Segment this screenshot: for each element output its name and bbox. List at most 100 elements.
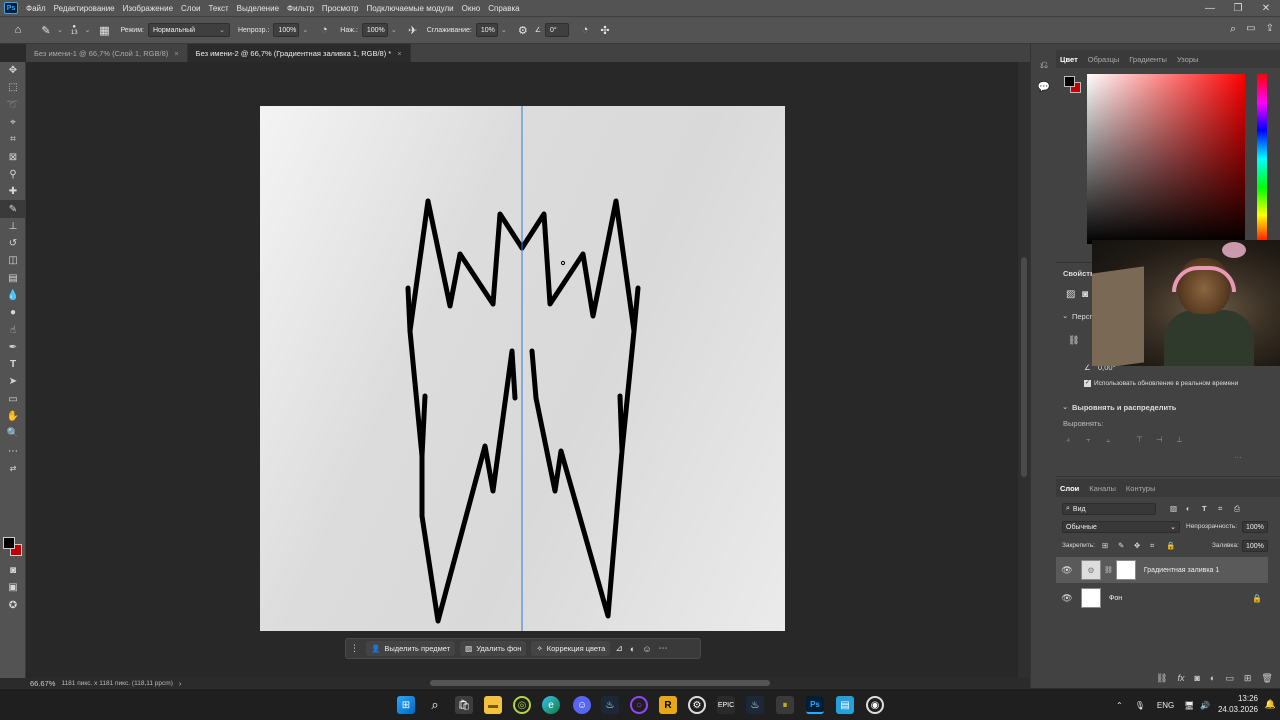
- eye-icon[interactable]: 👁: [1059, 565, 1075, 576]
- filter-shape-icon[interactable]: ⌗: [1218, 504, 1222, 514]
- menu-text[interactable]: Текст: [204, 4, 232, 13]
- brush-settings-icon[interactable]: ▦: [96, 22, 112, 38]
- home-icon[interactable]: ⌂: [10, 22, 26, 38]
- fill-input[interactable]: 100%: [1242, 540, 1268, 552]
- adjustment-icon[interactable]: ◐: [630, 644, 635, 654]
- history-icon[interactable]: ⎌: [1031, 54, 1057, 76]
- menu-image[interactable]: Изображение: [119, 4, 177, 13]
- workspace-icon[interactable]: ▭: [1246, 23, 1255, 36]
- add-mask-icon[interactable]: ◙: [1194, 673, 1199, 684]
- gradient-tool-icon[interactable]: ▤: [0, 270, 26, 287]
- clock[interactable]: 13:26 24.03.2026: [1218, 693, 1258, 715]
- layer-filter-select[interactable]: ⌕ Вид: [1062, 503, 1156, 515]
- filter-image-icon[interactable]: ▨: [1170, 504, 1177, 513]
- tab-paths[interactable]: Контуры: [1126, 484, 1155, 493]
- chevron-up-icon[interactable]: ⌃: [1116, 701, 1123, 710]
- notepad-icon[interactable]: ▤: [836, 696, 854, 714]
- tab-gradients[interactable]: Градиенты: [1129, 55, 1167, 64]
- tab-document-2[interactable]: Без имени-2 @ 66,7% (Градиентная заливка…: [187, 44, 411, 62]
- comments-icon[interactable]: 💬: [1031, 76, 1057, 98]
- crop-tool-icon[interactable]: ⌗: [0, 131, 26, 148]
- network-icon[interactable]: 🖥: [1184, 701, 1194, 710]
- store-icon[interactable]: 🛍: [455, 696, 473, 714]
- menu-view[interactable]: Просмотр: [318, 4, 363, 13]
- tab-layers[interactable]: Слои: [1060, 484, 1079, 493]
- select-subject-button[interactable]: 👤 Выделить предмет: [366, 641, 456, 656]
- opacity-input[interactable]: 100%: [273, 23, 300, 37]
- chevron-down-icon[interactable]: ⌄: [1062, 402, 1068, 411]
- color-swatches[interactable]: [3, 537, 23, 557]
- brush-size-picker[interactable]: ● 13: [71, 24, 78, 36]
- layer-name[interactable]: Градиентная заливка 1: [1144, 567, 1219, 574]
- angle-input[interactable]: 0°: [545, 23, 570, 37]
- transform-icon[interactable]: ⊿: [615, 643, 623, 654]
- delete-layer-icon[interactable]: 🗑: [1261, 673, 1272, 684]
- microphone-icon[interactable]: 🎙: [1135, 701, 1145, 710]
- notifications-icon[interactable]: 🔔: [1265, 699, 1276, 710]
- language-indicator[interactable]: ENG: [1157, 701, 1174, 710]
- move-tool-icon[interactable]: ✥: [0, 62, 26, 79]
- steam-icon[interactable]: ♨: [601, 696, 619, 714]
- align-right-icon[interactable]: ⫠: [1106, 435, 1111, 445]
- hue-slider[interactable]: [1257, 74, 1267, 244]
- bot-icon[interactable]: ☺: [642, 644, 651, 654]
- gear-icon[interactable]: ⚙: [515, 22, 531, 38]
- notes-app-icon[interactable]: ⏸: [776, 696, 794, 714]
- recorder-icon[interactable]: ◉: [866, 696, 884, 714]
- zoom-tool-icon[interactable]: 🔍: [0, 425, 26, 442]
- drag-handle-icon[interactable]: ⋮: [350, 643, 359, 654]
- menu-window[interactable]: Окно: [458, 4, 485, 13]
- menu-layers[interactable]: Слои: [177, 4, 204, 13]
- eye-icon[interactable]: 👁: [1059, 593, 1075, 604]
- discord-icon[interactable]: ☺: [573, 696, 591, 714]
- more-options-icon[interactable]: ⋯: [659, 643, 668, 654]
- hand-tool-icon[interactable]: ✋: [0, 408, 26, 425]
- image-icon[interactable]: ▨: [1066, 289, 1075, 300]
- eyedropper-tool-icon[interactable]: ⚲: [0, 166, 26, 183]
- document-canvas[interactable]: [260, 106, 785, 631]
- pen-tool-icon[interactable]: ✒: [0, 339, 26, 356]
- adjustment-layer-icon[interactable]: ◐: [1210, 673, 1215, 684]
- align-bottom-icon[interactable]: ⊥: [1176, 435, 1183, 444]
- layer-opacity-input[interactable]: 100%: [1242, 521, 1268, 533]
- dodge-tool-icon[interactable]: ●: [0, 304, 26, 321]
- lock-all-icon[interactable]: 🔒: [1166, 541, 1175, 550]
- healing-brush-tool-icon[interactable]: ✚: [0, 183, 26, 200]
- history-brush-tool-icon[interactable]: ↺: [0, 235, 26, 252]
- smoothing-input[interactable]: 10%: [475, 23, 498, 37]
- filter-adjust-icon[interactable]: ◐: [1186, 504, 1191, 513]
- lasso-tool-icon[interactable]: ➰: [0, 97, 26, 114]
- tab-channels[interactable]: Каналы: [1089, 484, 1116, 493]
- color-picker-field[interactable]: [1087, 74, 1245, 244]
- filter-smart-icon[interactable]: ⎙: [1234, 504, 1240, 514]
- tab-patterns[interactable]: Узоры: [1177, 55, 1198, 64]
- settings-circle-icon[interactable]: ⚙: [688, 696, 706, 714]
- rectangle-tool-icon[interactable]: ▭: [0, 391, 26, 408]
- menu-edit[interactable]: Редактирование: [50, 4, 119, 13]
- airbrush-icon[interactable]: ✈: [405, 22, 421, 38]
- chevron-down-icon[interactable]: ⌄: [501, 26, 507, 34]
- tab-document-1[interactable]: Без имени-1 @ 66,7% (Слой 1, RGB/8) ×: [26, 44, 188, 62]
- zoom-level[interactable]: 66.67%: [30, 679, 55, 688]
- generative-icon[interactable]: ✪: [0, 597, 26, 614]
- foreground-color-swatch[interactable]: [3, 537, 15, 549]
- mode-select[interactable]: Нормальный ⌄: [147, 23, 230, 37]
- lock-paint-icon[interactable]: ✎: [1118, 541, 1124, 550]
- checkbox-icon[interactable]: ✓: [1084, 380, 1091, 387]
- folder-icon[interactable]: ▬: [484, 696, 502, 714]
- layer-row-background[interactable]: 👁 Фон 🔒: [1056, 585, 1268, 611]
- new-group-icon[interactable]: ▭: [1225, 673, 1234, 684]
- more-options-icon[interactable]: ⋯: [1234, 453, 1242, 462]
- chevron-right-icon[interactable]: ›: [179, 679, 182, 688]
- filter-type-icon[interactable]: T: [1202, 504, 1207, 513]
- epic-games-icon[interactable]: EPIC: [717, 696, 735, 714]
- eraser-tool-icon[interactable]: ◫: [0, 252, 26, 269]
- close-button[interactable]: ✕: [1252, 0, 1280, 16]
- search-icon[interactable]: ⌕: [1230, 23, 1236, 36]
- foreground-color-swatch[interactable]: [1064, 76, 1075, 87]
- vertical-scroll-thumb[interactable]: [1021, 257, 1027, 477]
- close-icon[interactable]: ×: [397, 49, 401, 58]
- lock-icon[interactable]: 🔒: [1252, 594, 1262, 603]
- pressure-opacity-icon[interactable]: ◔: [316, 22, 332, 38]
- blur-tool-icon[interactable]: 💧: [0, 287, 26, 304]
